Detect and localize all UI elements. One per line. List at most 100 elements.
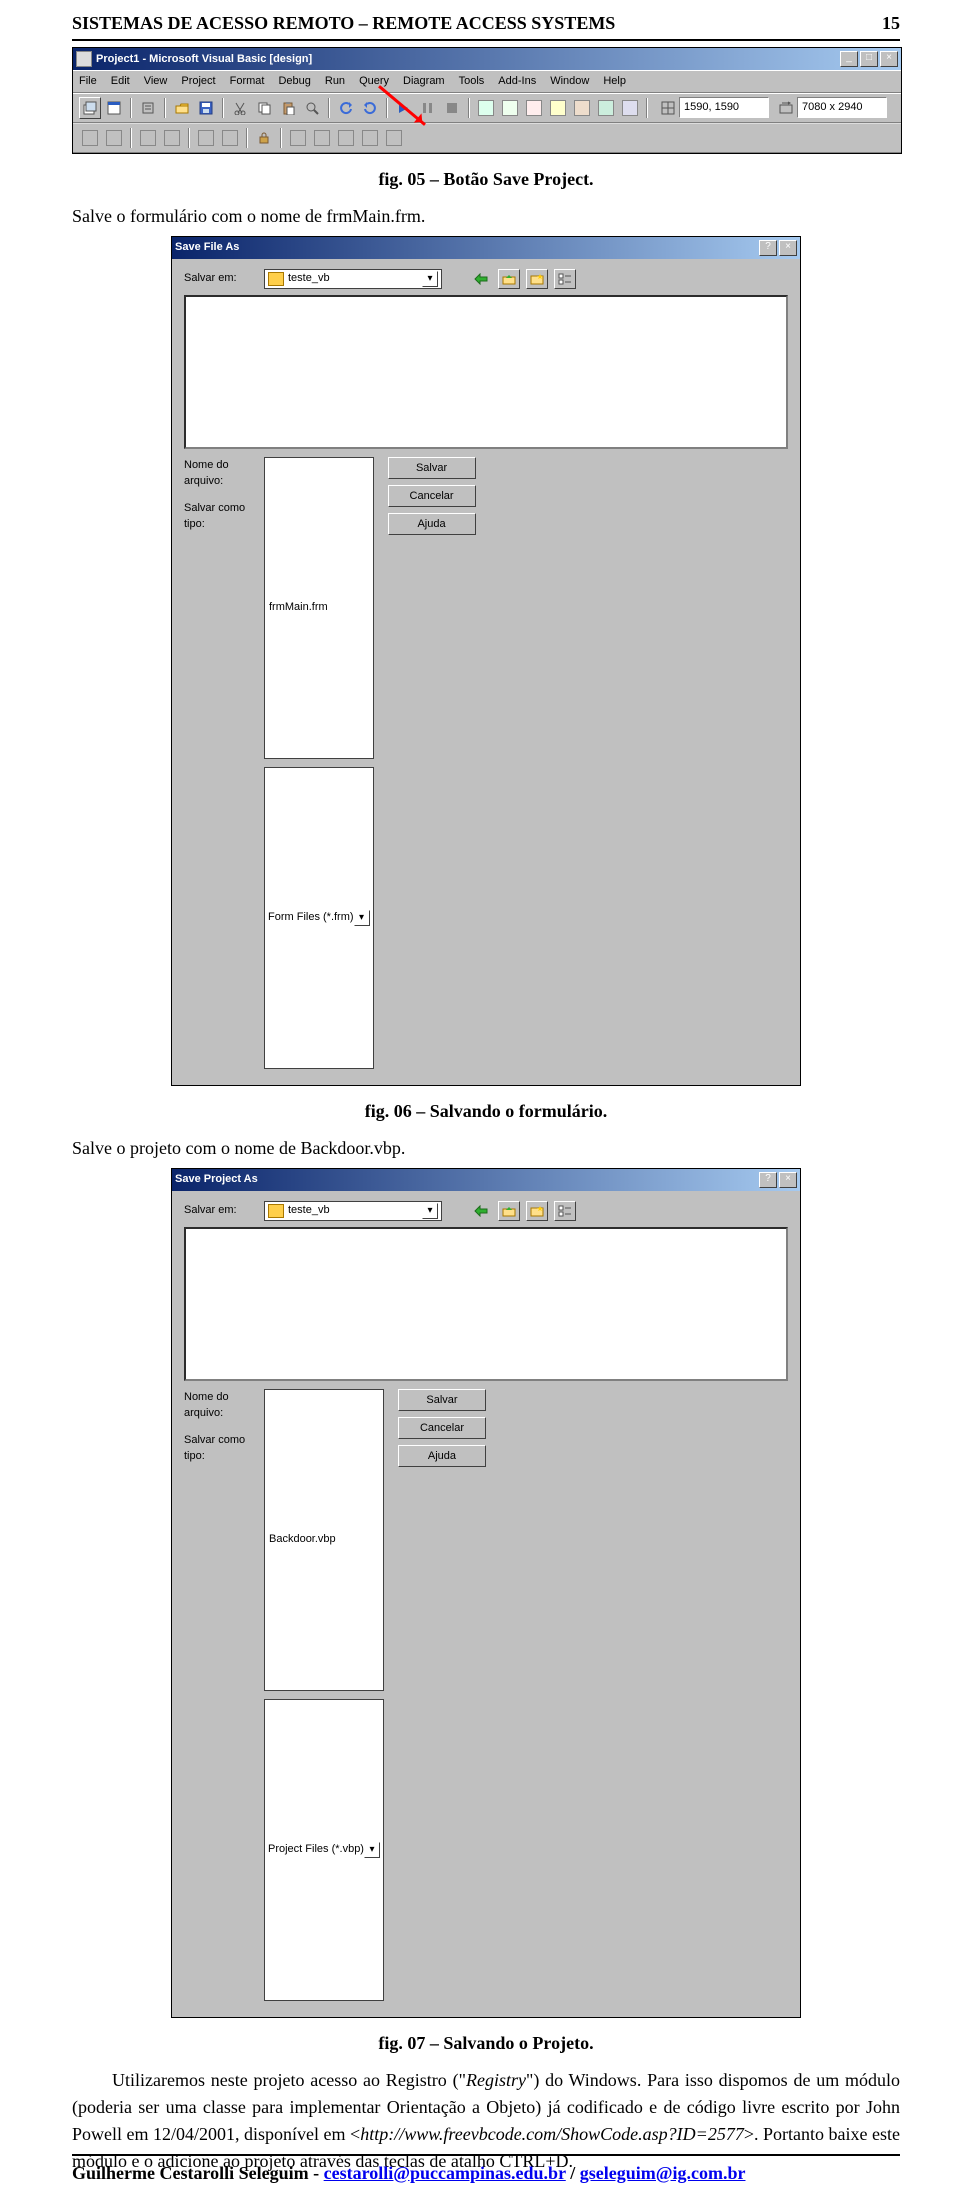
save-icon[interactable] <box>195 97 217 119</box>
registry-word: Registry <box>466 2070 526 2090</box>
same-height-icon[interactable] <box>219 127 241 149</box>
menu-help[interactable]: Help <box>603 73 626 90</box>
size-value: 7080 x 2940 <box>797 97 887 118</box>
menu-debug[interactable]: Debug <box>278 73 310 90</box>
menu-edit[interactable]: Edit <box>111 73 130 90</box>
close-button[interactable]: × <box>779 240 797 256</box>
back-icon[interactable] <box>470 1201 492 1221</box>
lock-icon[interactable] <box>253 127 275 149</box>
add-project-icon[interactable] <box>79 97 101 119</box>
maximize-button[interactable]: □ <box>860 51 878 67</box>
align-top-icon[interactable] <box>137 127 159 149</box>
file-list-area[interactable] <box>184 1227 788 1381</box>
grid-icon[interactable] <box>383 127 405 149</box>
footer-sep: / <box>566 2163 580 2183</box>
open-icon[interactable] <box>171 97 193 119</box>
menu-query[interactable]: Query <box>359 73 389 90</box>
para-text: Utilizaremos neste projeto acesso ao Reg… <box>112 2070 459 2090</box>
minimize-button[interactable]: _ <box>840 51 858 67</box>
position-icon <box>661 101 675 115</box>
save-button[interactable]: Salvar <box>388 457 476 479</box>
same-width-icon[interactable] <box>195 127 217 149</box>
fig06-caption: fig. 06 – Salvando o formulário. <box>72 1098 900 1125</box>
view-menu-icon[interactable] <box>554 269 576 289</box>
menu-bar: File Edit View Project Format Debug Run … <box>73 70 901 93</box>
fig05-caption: fig. 05 – Botão Save Project. <box>72 166 900 193</box>
chevron-down-icon[interactable] <box>422 271 438 287</box>
copy-icon[interactable] <box>253 97 275 119</box>
align-left-icon[interactable] <box>79 127 101 149</box>
menu-window[interactable]: Window <box>550 73 589 90</box>
toolbox-icon[interactable] <box>571 97 593 119</box>
vb-title-text: Project1 - Microsoft Visual Basic [desig… <box>96 51 840 68</box>
filetype-label: Salvar como tipo: <box>184 1432 264 1465</box>
save-in-combo[interactable]: teste_vb <box>264 269 442 289</box>
align-center-icon[interactable] <box>103 127 125 149</box>
menu-file[interactable]: File <box>79 73 97 90</box>
cancel-button[interactable]: Cancelar <box>388 485 476 507</box>
file-list-area[interactable] <box>184 295 788 449</box>
form-layout-icon[interactable] <box>523 97 545 119</box>
close-button[interactable]: × <box>880 51 898 67</box>
view-menu-icon[interactable] <box>554 1201 576 1221</box>
filename-input[interactable]: frmMain.frm <box>264 457 374 759</box>
menu-project[interactable]: Project <box>181 73 215 90</box>
cancel-button[interactable]: Cancelar <box>398 1417 486 1439</box>
filename-value: frmMain.frm <box>269 599 328 616</box>
filetype-label: Salvar como tipo: <box>184 500 264 533</box>
footer-email1[interactable]: cestarolli@puccampinas.edu.br <box>324 2163 566 2183</box>
up-one-level-icon[interactable] <box>498 1201 520 1221</box>
menu-addins[interactable]: Add-Ins <box>498 73 536 90</box>
footer-email2[interactable]: gseleguim@ig.com.br <box>580 2163 746 2183</box>
data-view-icon[interactable] <box>595 97 617 119</box>
chevron-down-icon[interactable] <box>354 910 370 926</box>
filetype-value: Project Files (*.vbp) <box>268 1841 364 1858</box>
text-save-project: Salve o projeto com o nome de Backdoor.v… <box>72 1135 900 1162</box>
center-form-icon[interactable] <box>335 127 357 149</box>
help-button[interactable]: ? <box>759 1172 777 1188</box>
menu-run[interactable]: Run <box>325 73 345 90</box>
menu-view[interactable]: View <box>144 73 168 90</box>
menu-editor-icon[interactable] <box>137 97 159 119</box>
separator-icon <box>188 128 190 148</box>
paste-icon[interactable] <box>277 97 299 119</box>
menu-tools[interactable]: Tools <box>459 73 485 90</box>
order-icon[interactable] <box>359 127 381 149</box>
component-manager-icon[interactable] <box>619 97 641 119</box>
redo-icon[interactable] <box>359 97 381 119</box>
help-button[interactable]: Ajuda <box>398 1445 486 1467</box>
send-back-icon[interactable] <box>311 127 333 149</box>
properties-icon[interactable] <box>499 97 521 119</box>
cut-icon[interactable] <box>229 97 251 119</box>
menu-format[interactable]: Format <box>230 73 265 90</box>
object-browser-icon[interactable] <box>547 97 569 119</box>
save-in-combo[interactable]: teste_vb <box>264 1201 442 1221</box>
menu-diagram[interactable]: Diagram <box>403 73 445 90</box>
bring-front-icon[interactable] <box>287 127 309 149</box>
separator-icon <box>280 128 282 148</box>
new-folder-icon[interactable] <box>526 1201 548 1221</box>
undo-icon[interactable] <box>335 97 357 119</box>
add-form-icon[interactable] <box>103 97 125 119</box>
align-middle-icon[interactable] <box>161 127 183 149</box>
new-folder-icon[interactable] <box>526 269 548 289</box>
help-button[interactable]: Ajuda <box>388 513 476 535</box>
filetype-combo[interactable]: Project Files (*.vbp) <box>264 1699 384 2001</box>
project-explorer-icon[interactable] <box>475 97 497 119</box>
chevron-down-icon[interactable] <box>364 1842 380 1858</box>
save-button[interactable]: Salvar <box>398 1389 486 1411</box>
vb-titlebar: Project1 - Microsoft Visual Basic [desig… <box>73 48 901 70</box>
filename-input[interactable]: Backdoor.vbp <box>264 1389 384 1691</box>
close-button[interactable]: × <box>779 1172 797 1188</box>
filetype-combo[interactable]: Form Files (*.frm) <box>264 767 374 1069</box>
separator-icon <box>328 98 330 118</box>
find-icon[interactable] <box>301 97 323 119</box>
vb-ide-window: Project1 - Microsoft Visual Basic [desig… <box>72 47 902 154</box>
end-icon[interactable] <box>441 97 463 119</box>
chevron-down-icon[interactable] <box>422 1203 438 1219</box>
save-in-label: Salvar em: <box>184 1202 264 1219</box>
up-one-level-icon[interactable] <box>498 269 520 289</box>
back-icon[interactable] <box>470 269 492 289</box>
separator-icon <box>130 128 132 148</box>
help-button[interactable]: ? <box>759 240 777 256</box>
